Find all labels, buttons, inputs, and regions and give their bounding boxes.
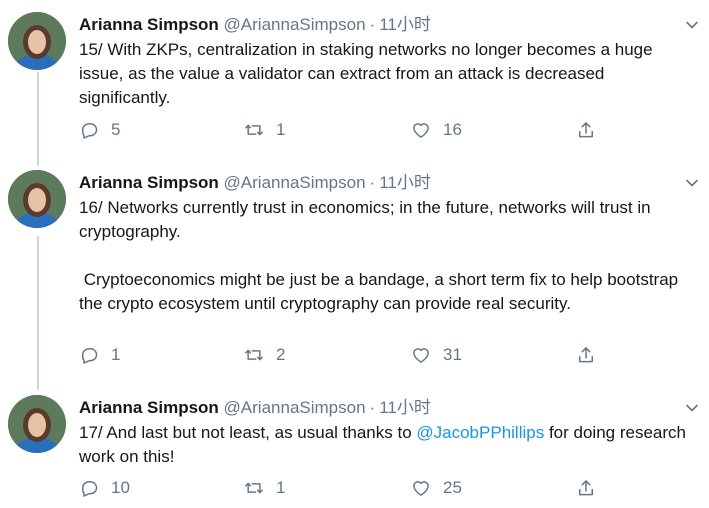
retweet-icon xyxy=(244,478,276,498)
tweet-text: 15/ With ZKPs, centralization in staking… xyxy=(79,38,689,110)
chevron-down-icon[interactable] xyxy=(685,18,699,32)
tweet-actions: 1 2 31 xyxy=(79,345,619,369)
timestamp[interactable]: 11小时 xyxy=(379,398,431,417)
retweet-button[interactable]: 2 xyxy=(244,345,285,365)
mention-link[interactable]: @JacobPPhillips xyxy=(416,423,544,442)
like-count: 25 xyxy=(443,478,462,497)
reply-icon xyxy=(79,345,111,365)
avatar[interactable] xyxy=(8,12,66,70)
reply-button[interactable]: 1 xyxy=(79,345,120,365)
author-name[interactable]: Arianna Simpson xyxy=(79,398,219,417)
tweet-text: 17/ And last but not least, as usual tha… xyxy=(79,421,689,469)
share-button[interactable] xyxy=(576,345,608,365)
share-icon xyxy=(576,345,608,365)
share-button[interactable] xyxy=(576,478,608,498)
author-handle[interactable]: @AriannaSimpson xyxy=(224,173,366,192)
avatar[interactable] xyxy=(8,170,66,228)
separator-dot: · xyxy=(369,398,376,417)
tweet-paragraph: 15/ With ZKPs, centralization in staking… xyxy=(79,40,653,107)
thread-connector-line xyxy=(37,236,39,390)
share-icon xyxy=(576,478,608,498)
reply-count: 1 xyxy=(111,345,121,364)
author-handle[interactable]: @AriannaSimpson xyxy=(224,15,366,34)
like-button[interactable]: 31 xyxy=(411,345,462,365)
author-name[interactable]: Arianna Simpson xyxy=(79,173,219,192)
tweet-paragraph: Cryptoeconomics might be just be a banda… xyxy=(79,270,683,313)
reply-button[interactable]: 10 xyxy=(79,478,130,498)
reply-count: 10 xyxy=(111,478,130,497)
tweet-header: Arianna Simpson @AriannaSimpson · 11小时 xyxy=(79,397,431,419)
heart-icon xyxy=(411,478,443,498)
tweet-paragraph: 17/ And last but not least, as usual tha… xyxy=(79,421,689,469)
tweet-paragraph: 16/ Networks currently trust in economic… xyxy=(79,198,651,241)
like-button[interactable]: 16 xyxy=(411,120,462,140)
retweet-count: 2 xyxy=(276,345,286,364)
timestamp[interactable]: 11小时 xyxy=(379,15,431,34)
tweet-actions: 5 1 16 xyxy=(79,120,619,144)
tweet-header: Arianna Simpson @AriannaSimpson · 11小时 xyxy=(79,14,431,36)
tweet-text: 16/ Networks currently trust in economic… xyxy=(79,196,689,316)
retweet-icon xyxy=(244,120,276,140)
tweet-header: Arianna Simpson @AriannaSimpson · 11小时 xyxy=(79,172,431,194)
reply-icon xyxy=(79,478,111,498)
retweet-button[interactable]: 1 xyxy=(244,478,285,498)
reply-count: 5 xyxy=(111,120,121,139)
retweet-button[interactable]: 1 xyxy=(244,120,285,140)
timestamp[interactable]: 11小时 xyxy=(379,173,431,192)
separator-dot: · xyxy=(369,15,376,34)
retweet-count: 1 xyxy=(276,478,286,497)
retweet-count: 1 xyxy=(276,120,286,139)
like-count: 31 xyxy=(443,345,462,364)
reply-icon xyxy=(79,120,111,140)
avatar[interactable] xyxy=(8,395,66,453)
heart-icon xyxy=(411,345,443,365)
separator-dot: · xyxy=(369,173,376,192)
like-button[interactable]: 25 xyxy=(411,478,462,498)
heart-icon xyxy=(411,120,443,140)
share-button[interactable] xyxy=(576,120,608,140)
reply-button[interactable]: 5 xyxy=(79,120,120,140)
author-handle[interactable]: @AriannaSimpson xyxy=(224,398,366,417)
chevron-down-icon[interactable] xyxy=(685,401,699,415)
tweet-text-segment: 17/ And last but not least, as usual tha… xyxy=(79,423,417,442)
retweet-icon xyxy=(244,345,276,365)
thread-connector-line xyxy=(37,72,39,166)
author-name[interactable]: Arianna Simpson xyxy=(79,15,219,34)
like-count: 16 xyxy=(443,120,462,139)
share-icon xyxy=(576,120,608,140)
tweet-actions: 10 1 25 xyxy=(79,478,619,502)
chevron-down-icon[interactable] xyxy=(685,176,699,190)
